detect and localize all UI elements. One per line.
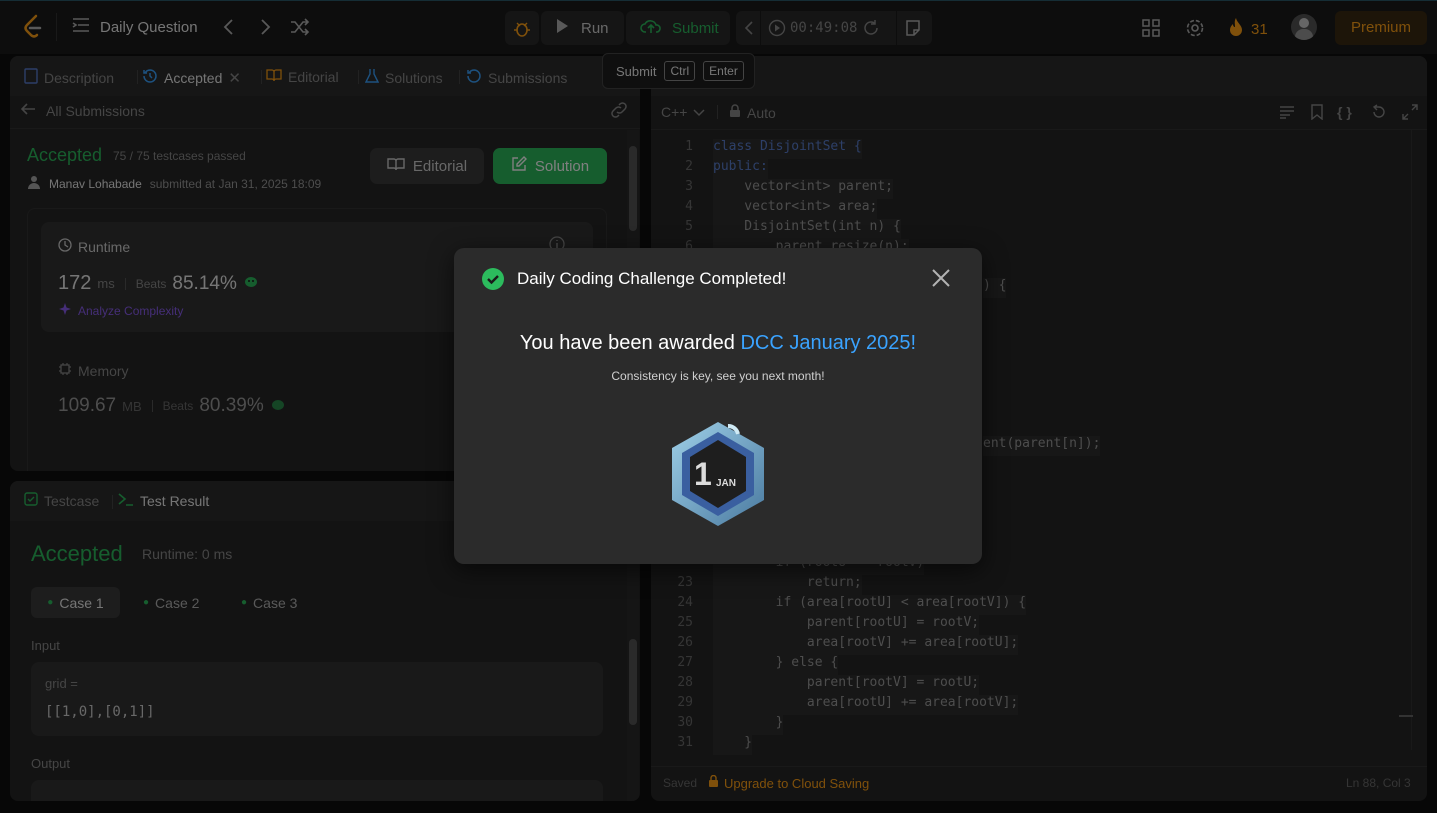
dialog-title: Daily Coding Challenge Completed! (517, 269, 787, 288)
badge-month: JAN (716, 478, 737, 489)
dcc-badge[interactable]: 1 JAN (668, 420, 768, 528)
challenge-complete-dialog: Daily Coding Challenge Completed! You ha… (454, 248, 982, 564)
dialog-subtitle: Consistency is key, see you next month! (611, 369, 825, 383)
badge-name[interactable]: DCC January 2025! (740, 332, 916, 354)
badge-day: 1 (694, 456, 712, 492)
check-circle-icon (482, 268, 504, 290)
close-icon[interactable] (931, 268, 951, 293)
award-message: You have been awarded DCC January 2025! (519, 332, 917, 354)
